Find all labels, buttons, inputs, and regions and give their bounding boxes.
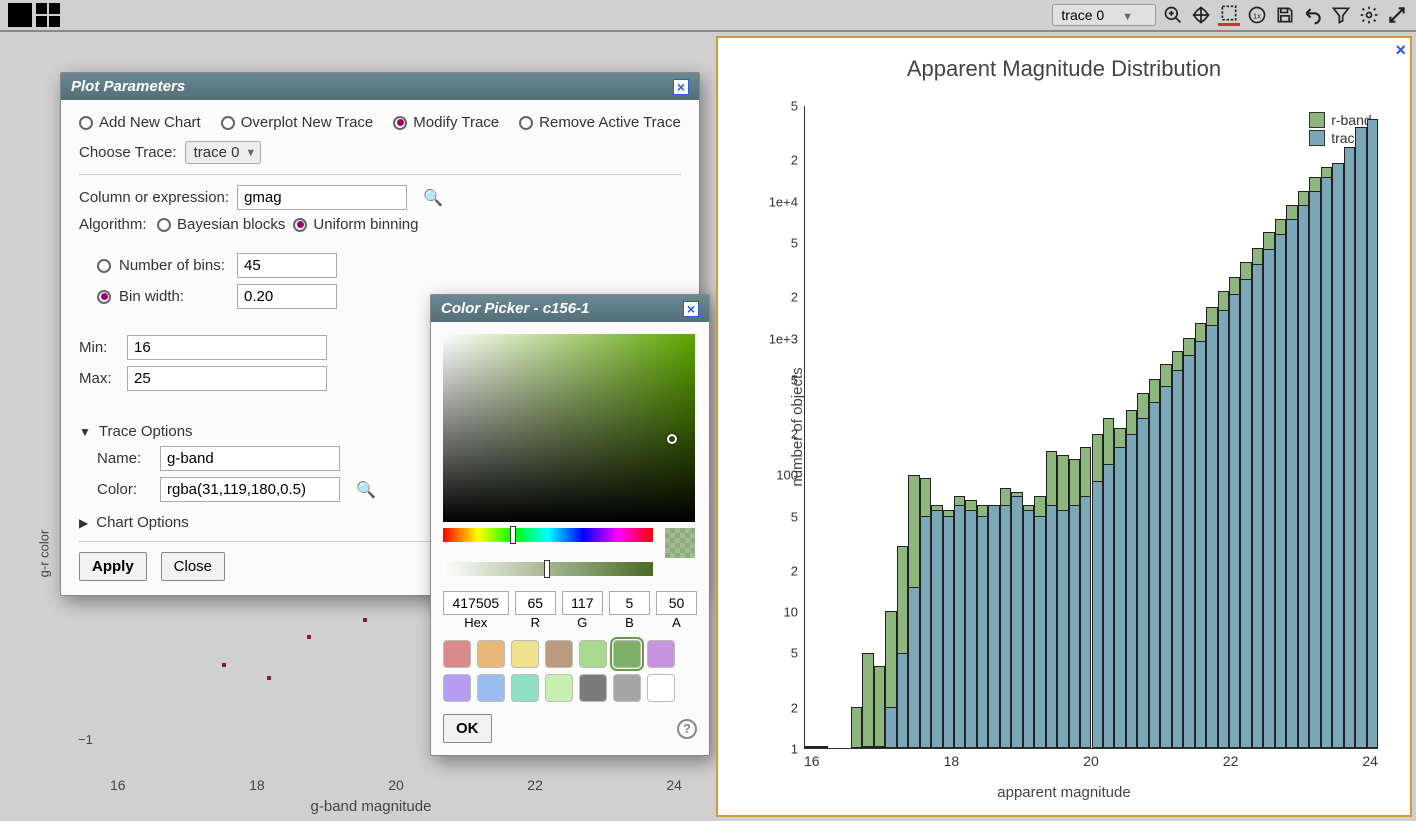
dialog-titlebar[interactable]: Plot Parameters × — [61, 73, 699, 100]
swatch[interactable] — [477, 640, 505, 668]
radio-binwidth[interactable] — [97, 290, 111, 304]
bg-ylabel: g-r color — [36, 529, 51, 577]
swatch[interactable] — [511, 674, 539, 702]
layout-single-icon[interactable] — [8, 3, 32, 27]
expand-icon[interactable] — [1386, 4, 1408, 26]
a-input[interactable] — [656, 591, 697, 615]
color-picker-dialog: Color Picker - c156-1 × Hex R G B A — [430, 294, 710, 756]
choose-trace-label: Choose Trace: — [79, 144, 177, 161]
left-panel: g-r color −1 16 18 20 22 24 g-band magni… — [0, 32, 712, 821]
pan-icon[interactable] — [1190, 4, 1212, 26]
y-ticks: 1251025100251e+3251e+425 — [760, 106, 802, 749]
select-box-icon[interactable] — [1218, 4, 1240, 26]
nbins-label: Number of bins: — [119, 257, 229, 274]
close-icon[interactable]: × — [1395, 40, 1406, 61]
swatch[interactable] — [545, 674, 573, 702]
x-ticks: 16 18 20 22 24 — [804, 753, 1378, 769]
one-to-one-icon[interactable]: 1x — [1246, 4, 1268, 26]
choose-trace-select[interactable]: trace 0 ▼ — [185, 141, 262, 164]
dialog-title-text: Plot Parameters — [71, 78, 185, 95]
ok-button[interactable]: OK — [443, 714, 492, 743]
hue-slider[interactable] — [443, 528, 653, 542]
top-toolbar: trace 0 ▼ 1x — [0, 0, 1416, 32]
max-input[interactable] — [127, 366, 327, 391]
dialog-title-text: Color Picker - c156-1 — [441, 300, 589, 317]
min-label: Min: — [79, 339, 119, 356]
hex-input[interactable] — [443, 591, 509, 615]
nbins-input[interactable] — [237, 253, 337, 278]
chevron-down-icon: ▼ — [245, 147, 256, 159]
chevron-down-icon: ▼ — [1122, 11, 1133, 23]
g-input[interactable] — [562, 591, 603, 615]
x-axis-label: apparent magnitude — [997, 784, 1130, 801]
close-icon[interactable]: × — [673, 79, 689, 95]
saturation-value-box[interactable] — [443, 334, 695, 522]
radio-bayesian[interactable]: Bayesian blocks — [157, 216, 285, 233]
binwidth-label: Bin width: — [119, 288, 229, 305]
chart-title: Apparent Magnitude Distribution — [732, 56, 1396, 82]
magnify-icon[interactable]: 🔍 — [423, 188, 443, 208]
radio-uniform[interactable]: Uniform binning — [293, 216, 418, 233]
radio-modify-trace[interactable]: Modify Trace — [393, 114, 499, 131]
name-label: Name: — [97, 450, 152, 467]
dialog-titlebar[interactable]: Color Picker - c156-1 × — [431, 295, 709, 322]
trace-color-input[interactable] — [160, 477, 340, 502]
algorithm-label: Algorithm: — [79, 216, 149, 233]
radio-remove-trace[interactable]: Remove Active Trace — [519, 114, 681, 131]
magnify-icon[interactable]: 🔍 — [356, 480, 376, 500]
swatch[interactable] — [613, 674, 641, 702]
bg-xtick: 24 — [666, 777, 682, 793]
triangle-down-icon: ▼ — [79, 425, 91, 439]
swatch[interactable] — [477, 674, 505, 702]
bg-xtick: 22 — [527, 777, 543, 793]
alpha-slider[interactable] — [443, 562, 653, 576]
swatch[interactable] — [511, 640, 539, 668]
triangle-right-icon: ▶ — [79, 516, 88, 530]
close-icon[interactable]: × — [683, 301, 699, 317]
svg-text:1x: 1x — [1253, 11, 1261, 20]
radio-nbins[interactable] — [97, 259, 111, 273]
color-label: Color: — [97, 481, 152, 498]
swatch[interactable] — [647, 640, 675, 668]
r-input[interactable] — [515, 591, 556, 615]
swatch[interactable] — [579, 674, 607, 702]
swatch[interactable] — [545, 640, 573, 668]
filter-icon[interactable] — [1330, 4, 1352, 26]
swatch[interactable] — [613, 640, 641, 668]
close-button[interactable]: Close — [161, 552, 225, 581]
binwidth-input[interactable] — [237, 284, 337, 309]
histogram-panel: × Apparent Magnitude Distribution number… — [716, 36, 1412, 817]
trace-name-input[interactable] — [160, 446, 340, 471]
plot-area[interactable] — [804, 106, 1378, 749]
trace-select[interactable]: trace 0 ▼ — [1052, 4, 1156, 26]
help-icon[interactable]: ? — [677, 719, 697, 739]
swatch[interactable] — [579, 640, 607, 668]
radio-add-chart[interactable]: Add New Chart — [79, 114, 201, 131]
settings-icon[interactable] — [1358, 4, 1380, 26]
sv-cursor — [667, 434, 677, 444]
zoom-in-icon[interactable] — [1162, 4, 1184, 26]
swatch[interactable] — [647, 674, 675, 702]
bg-xtick: 20 — [388, 777, 404, 793]
b-input[interactable] — [609, 591, 650, 615]
min-input[interactable] — [127, 335, 327, 360]
bg-xtick: 18 — [249, 777, 265, 793]
layout-grid-icon[interactable] — [36, 3, 60, 27]
swatch[interactable] — [443, 674, 471, 702]
max-label: Max: — [79, 370, 119, 387]
bg-xlabel: g-band magnitude — [311, 798, 432, 815]
color-preview-swatch — [665, 528, 695, 558]
radio-overplot[interactable]: Overplot New Trace — [221, 114, 374, 131]
save-icon[interactable] — [1274, 4, 1296, 26]
bg-ytick: −1 — [78, 732, 93, 747]
bg-xtick: 16 — [110, 777, 126, 793]
preset-swatches — [443, 640, 697, 702]
trace-select-value: trace 0 — [1061, 7, 1104, 23]
column-input[interactable] — [237, 185, 407, 210]
undo-icon[interactable] — [1302, 4, 1324, 26]
column-label: Column or expression: — [79, 189, 229, 206]
apply-button[interactable]: Apply — [79, 552, 147, 581]
swatch[interactable] — [443, 640, 471, 668]
